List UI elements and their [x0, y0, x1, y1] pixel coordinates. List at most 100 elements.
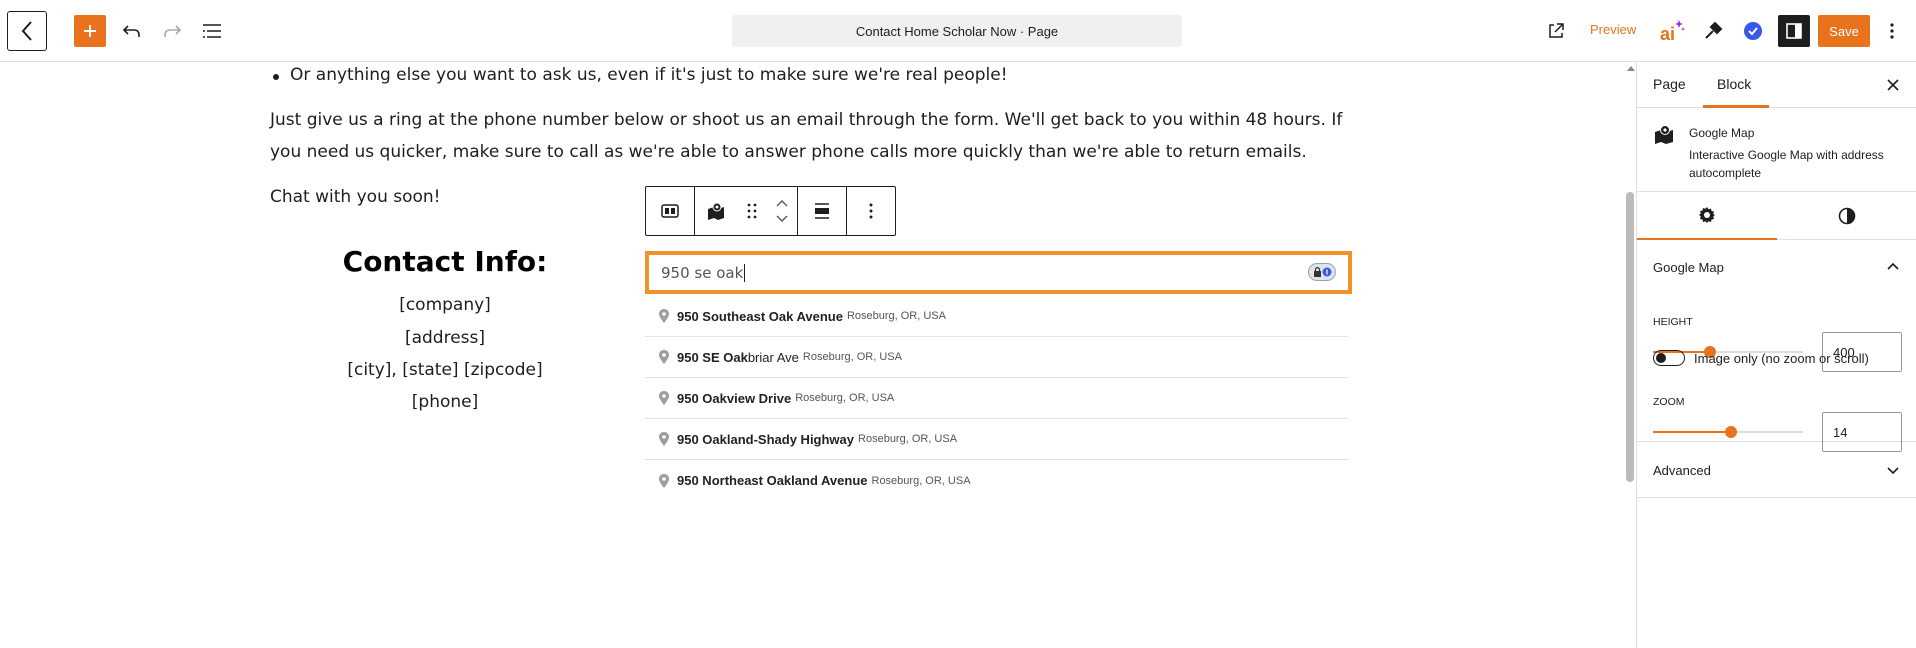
- suggestion-item[interactable]: 950 Southeast Oak Avenue Roseburg, OR, U…: [645, 296, 1348, 337]
- suggestion-match: 950 Northeast Oakland Avenue: [677, 473, 868, 488]
- suggestion-secondary-text: Roseburg, OR, USA: [858, 433, 958, 445]
- panel-title[interactable]: Google Map: [1653, 260, 1724, 275]
- undo-icon: [123, 25, 140, 37]
- suggestion-match: 950 Oakview Drive: [677, 390, 792, 406]
- sidebar-tabs: Page Block: [1637, 62, 1916, 108]
- suggestion-item[interactable]: 950 Oakview Drive Roseburg, OR, USA: [645, 378, 1348, 419]
- back-button[interactable]: [7, 11, 47, 51]
- block-options-button[interactable]: [847, 187, 895, 235]
- chevron-left-icon: [21, 21, 32, 41]
- suggestion-secondary-text: Roseburg, OR, USA: [871, 474, 971, 487]
- contact-heading[interactable]: Contact Info:: [300, 245, 590, 278]
- password-manager-icon[interactable]: [1308, 263, 1336, 281]
- close-sidebar-button[interactable]: [1883, 75, 1903, 95]
- advanced-panel[interactable]: Advanced: [1637, 442, 1916, 498]
- verified-button[interactable]: [1737, 15, 1769, 47]
- map-marker-icon: [659, 473, 669, 488]
- suggestion-match: 950 Oakland-Shady Highway: [677, 431, 855, 447]
- chat-text[interactable]: Chat with you soon!: [270, 187, 441, 207]
- editor-canvas: Or anything else you want to ask us, eve…: [0, 62, 1636, 648]
- design-tools-button[interactable]: [1697, 15, 1729, 47]
- view-page-button[interactable]: [1540, 15, 1572, 47]
- chevron-up-icon[interactable]: [1885, 259, 1901, 275]
- map-pin-icon: [1655, 125, 1673, 144]
- image-only-label[interactable]: Image only (no zoom or scroll): [1694, 351, 1869, 366]
- redo-icon: [164, 25, 181, 37]
- save-button[interactable]: Save: [1818, 15, 1870, 47]
- tab-styles[interactable]: [1777, 192, 1916, 240]
- scroll-up-arrow[interactable]: [1627, 66, 1635, 71]
- align-group: [798, 187, 847, 235]
- address-search-input[interactable]: 950 se oak: [645, 251, 1352, 294]
- image-only-toggle[interactable]: [1653, 350, 1685, 366]
- block-description: Interactive Google Map with address auto…: [1689, 148, 1884, 180]
- zoom-slider[interactable]: [1653, 424, 1803, 440]
- tab-settings[interactable]: [1637, 192, 1777, 240]
- map-marker-icon: [659, 309, 669, 323]
- chevron-down-icon[interactable]: [1885, 462, 1901, 478]
- address-input-value: 950 se oak: [661, 263, 744, 282]
- check-circle-icon: [1744, 22, 1762, 40]
- map-pin-icon: [708, 202, 724, 220]
- advanced-title[interactable]: Advanced: [1653, 463, 1711, 478]
- document-overview-button[interactable]: [196, 15, 228, 47]
- options-menu-button[interactable]: [1878, 15, 1906, 47]
- move-buttons: [767, 187, 797, 235]
- settings-sidebar-toggle[interactable]: [1778, 15, 1810, 47]
- address-suggestions: 950 Southeast Oak Avenue Roseburg, OR, U…: [645, 296, 1348, 501]
- close-icon: [1887, 79, 1899, 91]
- suggestion-item[interactable]: 950 Oakland-Shady Highway Roseburg, OR, …: [645, 419, 1348, 460]
- contrast-icon: [1838, 207, 1856, 225]
- block-toolbar: [645, 186, 896, 236]
- contact-address[interactable]: [address]: [300, 328, 590, 348]
- align-button[interactable]: [798, 187, 846, 235]
- chevron-up-icon[interactable]: [776, 200, 788, 207]
- suggestion-secondary-text: Roseburg, OR, USA: [846, 310, 946, 322]
- tab-page[interactable]: Page: [1653, 76, 1686, 92]
- contact-company[interactable]: [company]: [300, 295, 590, 315]
- suggestion-item[interactable]: 950 SE Oakbriar Ave Roseburg, OR, USA: [645, 337, 1348, 378]
- zoom-label: ZOOM: [1653, 396, 1685, 408]
- suggestion-main-text: 950 Oakland-Shady Highway: [677, 432, 854, 447]
- toggle-knob: [1656, 353, 1666, 363]
- canvas-scrollbar[interactable]: [1624, 62, 1636, 648]
- scrollbar-thumb[interactable]: [1626, 192, 1634, 482]
- suggestion-match: 950 Southeast Oak Avenue: [677, 308, 843, 324]
- preview-button[interactable]: Preview: [1590, 22, 1636, 37]
- more-vertical-icon: [1890, 23, 1894, 39]
- paragraph[interactable]: Just give us a ring at the phone number …: [270, 104, 1350, 168]
- map-marker-icon: [659, 432, 669, 446]
- contact-city-state-zip[interactable]: [city], [state] [zipcode]: [300, 360, 590, 380]
- align-wide-icon: [815, 203, 829, 219]
- suggestion-item[interactable]: 950 Northeast Oakland Avenue Roseburg, O…: [645, 460, 1348, 501]
- suggestion-main-text: 950 Northeast Oakland Avenue: [677, 473, 868, 488]
- document-title[interactable]: Contact Home Scholar Now · Page: [732, 15, 1182, 47]
- chevron-down-icon[interactable]: [776, 215, 788, 222]
- map-marker-icon: [659, 391, 669, 405]
- options-group: [847, 187, 895, 235]
- list-item[interactable]: Or anything else you want to ask us, eve…: [273, 65, 1008, 85]
- contact-phone[interactable]: [phone]: [300, 392, 590, 412]
- redo-button[interactable]: [156, 15, 188, 47]
- suggestion-match: 950 SE Oak: [677, 349, 748, 365]
- suggestion-main-text: 950 SE Oakbriar Ave: [677, 350, 799, 365]
- sidebar-icon: [1786, 23, 1802, 39]
- top-toolbar: Contact Home Scholar Now · Page Preview …: [0, 0, 1916, 62]
- tab-block[interactable]: Block: [1717, 76, 1751, 92]
- select-parent-button[interactable]: [646, 187, 694, 235]
- settings-sidebar: Page Block Google Map Interactive Google…: [1636, 62, 1916, 648]
- suggestion-secondary-text: Roseburg, OR, USA: [795, 392, 895, 404]
- undo-button[interactable]: [116, 15, 148, 47]
- block-type-button[interactable]: [695, 187, 737, 235]
- ai-assistant-button[interactable]: ai: [1656, 15, 1688, 47]
- parent-selector-group: [646, 187, 695, 235]
- drag-handle[interactable]: [737, 187, 767, 235]
- more-vertical-icon: [869, 203, 873, 219]
- height-label: HEIGHT: [1653, 316, 1693, 328]
- add-block-button[interactable]: [74, 15, 106, 47]
- block-card: Google Map Interactive Google Map with a…: [1637, 108, 1916, 192]
- drag-handle-icon: [747, 203, 757, 219]
- slider-thumb[interactable]: [1725, 426, 1737, 438]
- map-marker-icon: [659, 350, 669, 364]
- list-view-icon: [203, 24, 221, 38]
